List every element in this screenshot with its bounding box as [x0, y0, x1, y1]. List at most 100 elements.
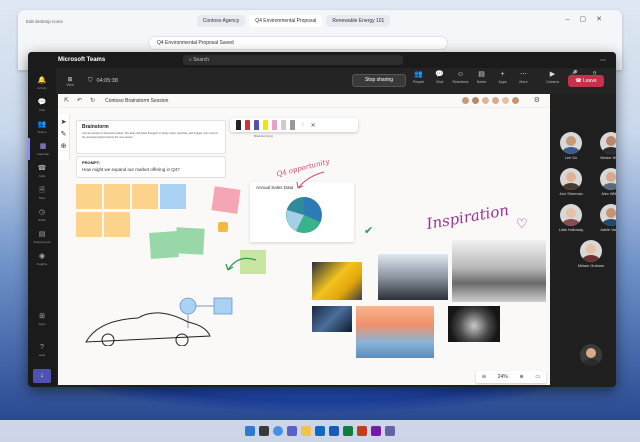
- notes-button[interactable]: ▤ Notes: [471, 70, 492, 84]
- headlight-photo[interactable]: [312, 306, 352, 332]
- more-options-icon[interactable]: ⋯: [600, 57, 606, 64]
- select-cursor-icon[interactable]: ➤: [61, 118, 67, 126]
- chat-button[interactable]: 💬 Chat: [429, 70, 450, 84]
- sidebar-item-shifts[interactable]: ◷ Shifts: [28, 204, 56, 226]
- avatar-head: [586, 348, 596, 358]
- avatar-body: [602, 147, 616, 154]
- download-icon[interactable]: ↓: [33, 369, 51, 383]
- yellow-highlighter[interactable]: [263, 120, 268, 130]
- start-icon[interactable]: [245, 426, 255, 436]
- file-explorer-icon[interactable]: [301, 426, 311, 436]
- redo-icon[interactable]: ↻: [90, 97, 95, 104]
- task-view-icon[interactable]: [259, 426, 269, 436]
- zoom-out-icon[interactable]: ⊖: [482, 374, 486, 380]
- avatar[interactable]: [491, 96, 500, 105]
- participant-tile[interactable]: Nestor Wilke: [596, 132, 616, 160]
- excel-icon[interactable]: [343, 426, 353, 436]
- ruler[interactable]: [290, 120, 295, 130]
- participant-tile[interactable]: Alex Wilber: [596, 168, 616, 196]
- button-label: Reactions: [452, 80, 469, 84]
- timer-value: 04:05:38: [96, 78, 118, 84]
- word-icon[interactable]: [329, 426, 339, 436]
- reactions-button[interactable]: ☺ Reactions: [450, 70, 471, 84]
- sidebar-item-assignments[interactable]: ▤ Assignments: [28, 226, 56, 248]
- sidebar-item-label: Teams: [37, 129, 47, 134]
- inspiration-annotation: Inspiration: [425, 200, 511, 234]
- eraser[interactable]: [281, 120, 286, 130]
- window-controls[interactable]: –▢✕: [566, 15, 612, 23]
- sticky-note[interactable]: [76, 184, 102, 209]
- browser-tab[interactable]: Renewable Energy 101: [326, 15, 391, 27]
- search-input[interactable]: ⌕ Search: [183, 55, 403, 65]
- sunset-car-photo[interactable]: [356, 306, 434, 358]
- participant-tile[interactable]: Adele Vance: [596, 204, 616, 232]
- browser-tab[interactable]: Q4 Environmental Proposal: [249, 15, 323, 27]
- participant-tile[interactable]: Lee Gu: [556, 132, 586, 160]
- pen-icon[interactable]: ✎: [61, 130, 67, 138]
- browser-tab[interactable]: Contoso Agency: [196, 15, 246, 27]
- avatar-head: [566, 208, 576, 218]
- avatar[interactable]: [471, 96, 480, 105]
- powerpoint-icon[interactable]: [357, 426, 367, 436]
- leave-button[interactable]: ☎ Leave: [568, 75, 604, 87]
- sidebar-item-help[interactable]: ? Help: [28, 339, 56, 361]
- sticky-note[interactable]: [160, 184, 186, 209]
- self-view-tile[interactable]: [576, 344, 606, 366]
- speedometer-photo[interactable]: [448, 306, 500, 342]
- avatar[interactable]: [511, 96, 520, 105]
- sidebar-item-files[interactable]: 🗎 Files: [28, 182, 56, 204]
- avatar: [580, 344, 602, 366]
- avatar[interactable]: [481, 96, 490, 105]
- sidebar-item-chat[interactable]: 💬 Chat: [28, 94, 56, 116]
- edge-icon[interactable]: [273, 426, 283, 436]
- sticky-note[interactable]: [132, 184, 158, 209]
- prompt-card[interactable]: PROMPT: How might we expand our market o…: [76, 156, 226, 178]
- sticky-note[interactable]: [104, 212, 130, 237]
- brainstorm-card[interactable]: Brainstorm Use the session to brainstorm…: [76, 120, 226, 154]
- camera-button[interactable]: ▶ Camera: [542, 70, 563, 84]
- onenote-icon[interactable]: [371, 426, 381, 436]
- red-pen[interactable]: [245, 120, 250, 130]
- close-icon[interactable]: ✕: [311, 122, 316, 129]
- chart-icon: ◉: [38, 252, 46, 260]
- teams-app-icon[interactable]: [385, 426, 395, 436]
- sticky-note[interactable]: [211, 186, 241, 214]
- sidebar-item-calls[interactable]: ☎ Calls: [28, 160, 56, 182]
- participant-tile[interactable]: Joni Sherman: [556, 168, 586, 196]
- view-button[interactable]: ⊞ View: [62, 76, 78, 87]
- collapse-icon[interactable]: ⇱: [64, 97, 69, 104]
- fit-screen-icon[interactable]: ▭: [535, 374, 540, 380]
- undo-icon[interactable]: ↶: [77, 97, 82, 104]
- avatar: [560, 168, 582, 190]
- teams-icon[interactable]: [287, 426, 297, 436]
- shared-whiteboard[interactable]: ⇱ ↶ ↻ Contoso Brainstorm Session ⚙ ➤ ✎ ⊕…: [58, 94, 550, 385]
- avatar[interactable]: [501, 96, 510, 105]
- apps-button[interactable]: + Apps: [492, 70, 513, 84]
- gear-icon[interactable]: ⚙: [534, 96, 540, 104]
- view-label: View: [66, 82, 74, 87]
- participant-tile[interactable]: Miriam Graham: [576, 240, 606, 268]
- sidebar-item-activity[interactable]: 🔔 Activity: [28, 72, 56, 94]
- browser-address-bar[interactable]: Q4 Environmental Proposal Saved: [148, 36, 448, 50]
- blue-pen[interactable]: [254, 120, 259, 130]
- outlook-icon[interactable]: [315, 426, 325, 436]
- classic-car-photo[interactable]: [378, 254, 448, 300]
- yellow-car-photo[interactable]: [312, 262, 362, 300]
- black-pen[interactable]: [236, 120, 241, 130]
- more-button[interactable]: ⋯ More: [513, 70, 534, 84]
- sidebar-item-calendar[interactable]: ▦ Calendar: [28, 138, 56, 160]
- sidebar-item-teams[interactable]: 👥 Teams: [28, 116, 56, 138]
- stop-sharing-button[interactable]: Stop sharing: [352, 74, 406, 87]
- people-button[interactable]: 👥 People: [408, 70, 429, 84]
- sidebar-item-insights[interactable]: ◉ Insights: [28, 248, 56, 270]
- sticky-note[interactable]: [76, 212, 102, 237]
- sidebar-item-apps[interactable]: ⊞ Apps: [28, 308, 56, 330]
- avatar[interactable]: [461, 96, 470, 105]
- sticky-note[interactable]: [104, 184, 130, 209]
- pink-highlighter[interactable]: [272, 120, 277, 130]
- add-icon[interactable]: ⊕: [61, 142, 67, 150]
- zoom-in-icon[interactable]: ⊕: [519, 374, 523, 380]
- vintage-car-photo[interactable]: [452, 240, 546, 302]
- participant-tile[interactable]: Lidia Holloway: [556, 204, 586, 232]
- lasso-icon[interactable]: ◌: [301, 122, 305, 128]
